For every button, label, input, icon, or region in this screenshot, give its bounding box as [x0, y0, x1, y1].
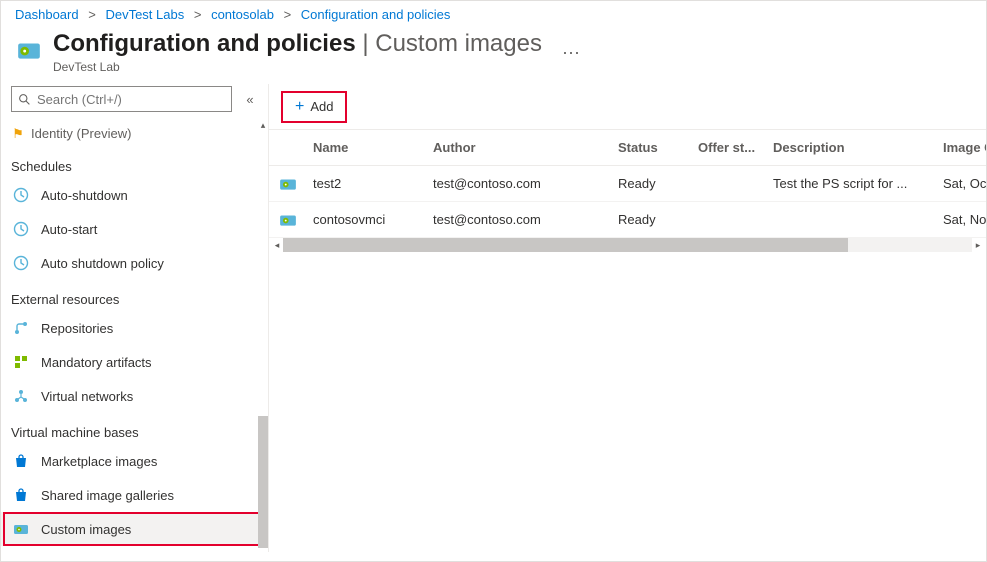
sidebar-item-label: Mandatory artifacts	[41, 355, 152, 370]
cell-created: Sat, Oct 23, 2021	[943, 176, 986, 191]
sidebar-item-auto-shutdown-policy[interactable]: Auto shutdown policy	[1, 246, 268, 280]
sidebar-item-identity-preview[interactable]: ⚑ Identity (Preview)	[1, 120, 268, 147]
table-row[interactable]: test2 test@contoso.com Ready Test the PS…	[269, 166, 986, 202]
sidebar-search[interactable]	[11, 86, 232, 112]
sidebar-item-marketplace-images[interactable]: Marketplace images	[1, 444, 268, 478]
clock-icon	[11, 185, 31, 205]
col-description[interactable]: Description	[773, 140, 943, 155]
sidebar-group-external-resources: External resources	[1, 280, 268, 311]
cell-created: Sat, Nov 27, 2021	[943, 212, 986, 227]
cell-status: Ready	[618, 212, 698, 227]
table-row[interactable]: contosovmci test@contoso.com Ready Sat, …	[269, 202, 986, 238]
sidebar-scrollbar[interactable]: ▴	[258, 120, 268, 552]
bag-icon	[11, 485, 31, 505]
sidebar-item-label: Marketplace images	[41, 454, 157, 469]
page-title-sub: Custom images	[375, 30, 542, 57]
sidebar-item-mandatory-artifacts[interactable]: Mandatory artifacts	[1, 345, 268, 379]
table-header-row: Name Author Status Offer st... Descripti…	[269, 130, 986, 166]
clock-icon	[11, 219, 31, 239]
clock-icon	[11, 253, 31, 273]
images-table: Name Author Status Offer st... Descripti…	[269, 130, 986, 552]
sidebar-item-auto-start[interactable]: Auto-start	[1, 212, 268, 246]
breadcrumb-contosolab[interactable]: contosolab	[211, 7, 274, 22]
cell-name: contosovmci	[313, 212, 433, 227]
sidebar-item-label: Auto-start	[41, 222, 97, 237]
col-name[interactable]: Name	[313, 140, 433, 155]
toolbar: + Add	[269, 84, 986, 130]
page-title: Configuration and policies | Custom imag…	[53, 30, 542, 57]
scroll-left-icon[interactable]: ◂	[271, 240, 283, 251]
sidebar-nav: ⚑ Identity (Preview) Schedules Auto-shut…	[1, 118, 268, 552]
chevron-right-icon: >	[194, 7, 202, 22]
bag-icon	[11, 451, 31, 471]
sidebar-group-schedules: Schedules	[1, 147, 268, 178]
page-subtitle: DevTest Lab	[53, 60, 542, 74]
col-created[interactable]: Image Creation Date	[943, 140, 986, 155]
plus-icon: +	[295, 98, 304, 116]
col-author[interactable]: Author	[433, 140, 618, 155]
sidebar-item-label: Virtual networks	[41, 389, 133, 404]
disk-icon	[273, 211, 313, 229]
repo-icon	[11, 318, 31, 338]
scroll-right-icon[interactable]: ▸	[972, 240, 984, 251]
sidebar: « ⚑ Identity (Preview) Schedules Auto-sh…	[1, 84, 269, 552]
scrollbar-track[interactable]	[283, 238, 972, 252]
flag-icon: ⚑	[11, 126, 25, 142]
sidebar-item-label: Shared image galleries	[41, 488, 174, 503]
sidebar-item-repositories[interactable]: Repositories	[1, 311, 268, 345]
sidebar-item-shared-image-galleries[interactable]: Shared image galleries	[1, 478, 268, 512]
add-button-label: Add	[310, 99, 333, 114]
cell-status: Ready	[618, 176, 698, 191]
scrollbar-thumb[interactable]	[283, 238, 848, 252]
cell-description: Test the PS script for ...	[773, 176, 943, 191]
breadcrumb: Dashboard > DevTest Labs > contosolab > …	[1, 1, 986, 26]
sidebar-item-label: Repositories	[41, 321, 113, 336]
search-icon	[18, 93, 31, 106]
sidebar-item-custom-images[interactable]: Custom images	[1, 512, 268, 546]
disk-icon	[273, 175, 313, 193]
search-input[interactable]	[35, 91, 225, 108]
breadcrumb-dashboard[interactable]: Dashboard	[15, 7, 79, 22]
sidebar-item-label: Custom images	[41, 522, 131, 537]
blade-header: Configuration and policies | Custom imag…	[1, 26, 986, 84]
sidebar-item-label: Auto shutdown policy	[41, 256, 164, 271]
cell-author: test@contoso.com	[433, 176, 618, 191]
page-title-sep: |	[356, 30, 376, 57]
disk-icon	[15, 36, 43, 64]
breadcrumb-devtest-labs[interactable]: DevTest Labs	[105, 7, 184, 22]
scrollbar-thumb[interactable]	[258, 416, 268, 548]
sidebar-item-label: Auto-shutdown	[41, 188, 128, 203]
chevron-right-icon: >	[284, 7, 292, 22]
col-offer[interactable]: Offer st...	[698, 140, 773, 155]
sidebar-item-auto-shutdown[interactable]: Auto-shutdown	[1, 178, 268, 212]
add-button[interactable]: + Add	[281, 91, 347, 123]
sidebar-item-virtual-networks[interactable]: Virtual networks	[1, 379, 268, 413]
scroll-up-icon[interactable]: ▴	[258, 120, 268, 130]
col-status[interactable]: Status	[618, 140, 698, 155]
main-panel: + Add Name Author Status Offer st... Des…	[269, 84, 986, 552]
breadcrumb-configuration-policies[interactable]: Configuration and policies	[301, 7, 451, 22]
artifacts-icon	[11, 352, 31, 372]
cell-name: test2	[313, 176, 433, 191]
cell-author: test@contoso.com	[433, 212, 618, 227]
page-title-main: Configuration and policies	[53, 30, 356, 57]
sidebar-item-label: Identity (Preview)	[31, 126, 131, 141]
horizontal-scrollbar[interactable]: ◂ ▸	[269, 238, 986, 252]
collapse-sidebar-button[interactable]: «	[240, 92, 260, 107]
more-actions-button[interactable]: ···	[562, 42, 580, 63]
vnet-icon	[11, 386, 31, 406]
sidebar-group-vm-bases: Virtual machine bases	[1, 413, 268, 444]
disk-icon	[11, 519, 31, 539]
chevron-right-icon: >	[88, 7, 96, 22]
